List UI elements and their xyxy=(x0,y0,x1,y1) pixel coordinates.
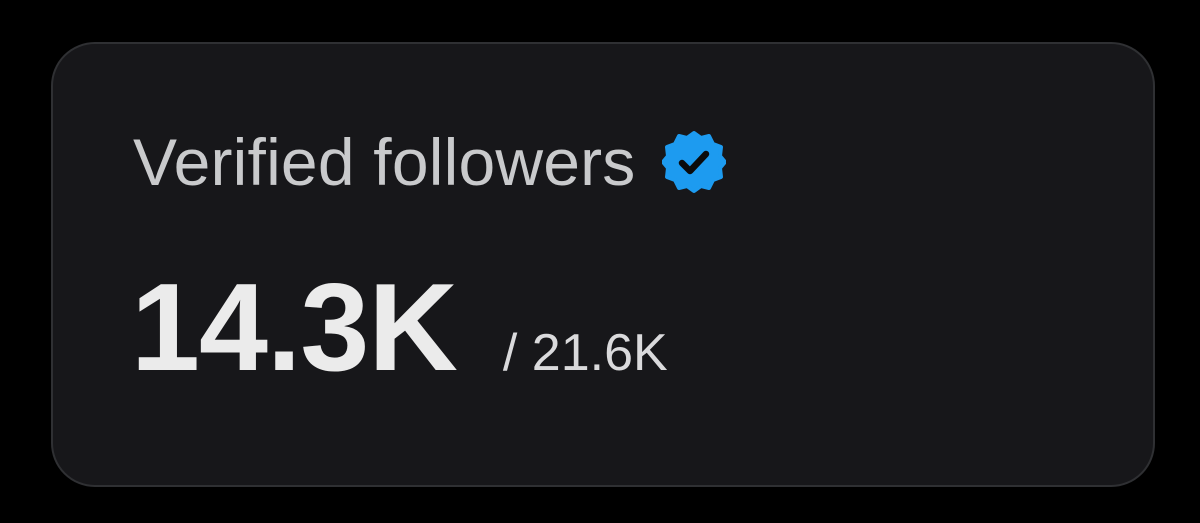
total-follower-count: / 21.6K xyxy=(502,324,668,382)
verified-follower-count: 14.3K xyxy=(131,259,458,397)
verified-followers-card: Verified followers 14.3K / 21.6K xyxy=(51,42,1155,487)
card-header: Verified followers xyxy=(133,122,727,202)
follower-count-row: 14.3K / 21.6K xyxy=(131,266,668,390)
card-title: Verified followers xyxy=(133,125,636,199)
verified-badge-icon xyxy=(660,130,727,194)
